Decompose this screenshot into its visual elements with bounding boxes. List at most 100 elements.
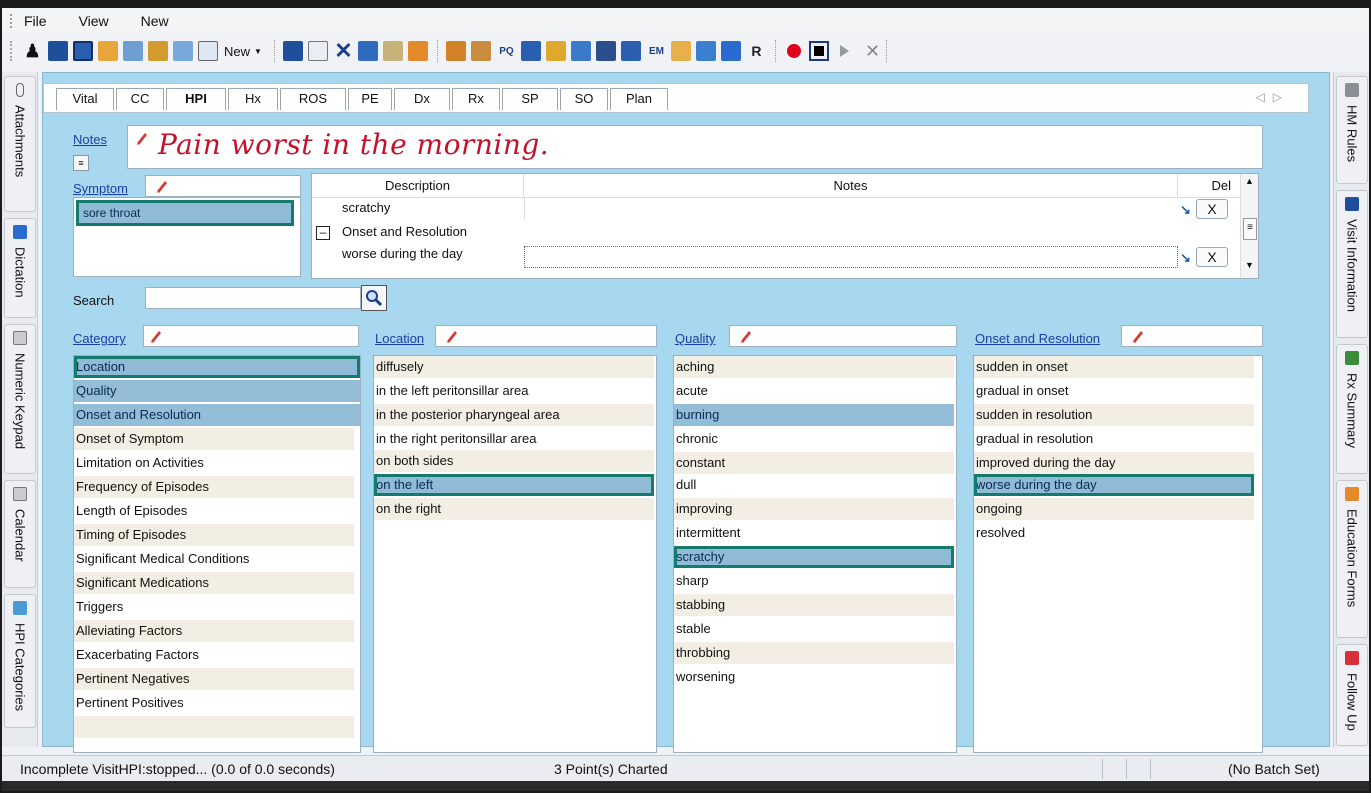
quality-item[interactable]: aching (674, 356, 954, 378)
side-tab-rx-summary[interactable]: Rx Summary (1336, 344, 1368, 474)
location-item[interactable]: in the posterior pharyngeal area (374, 404, 654, 426)
symptom-list[interactable]: sore throat (73, 197, 301, 277)
close-icon[interactable]: ✕ (865, 41, 880, 62)
new-dropdown[interactable]: New ▼ (224, 44, 262, 59)
grid-description-cell[interactable]: scratchy (342, 198, 522, 218)
menu-file[interactable]: File (24, 13, 47, 29)
edit-list-icon[interactable] (358, 41, 379, 61)
delete-icon[interactable]: ✕ (333, 38, 353, 63)
quality-link[interactable]: Quality (675, 331, 715, 346)
pqrs-icon[interactable]: PQ (496, 41, 516, 61)
category-item[interactable]: Alleviating Factors (74, 620, 354, 642)
scroll-down-icon[interactable]: ▼ (1245, 260, 1254, 270)
collapse-icon[interactable]: – (316, 226, 330, 240)
quality-list[interactable]: aching acute burning chronic constant du… (673, 355, 957, 753)
quality-item[interactable]: scratchy (674, 546, 954, 568)
location-link[interactable]: Location (375, 331, 424, 346)
image-icon[interactable] (122, 41, 143, 61)
onset-resolution-link[interactable]: Onset and Resolution (975, 331, 1100, 346)
side-tab-dictation[interactable]: Dictation (4, 218, 36, 318)
grid-notes-cell[interactable] (524, 198, 1178, 220)
record-icon[interactable] (786, 44, 801, 58)
category-list[interactable]: Location Quality Onset and Resolution On… (73, 355, 361, 753)
onset-resolution-item[interactable]: gradual in onset (974, 380, 1254, 402)
location-input[interactable] (435, 325, 657, 347)
tab-dx[interactable]: Dx (394, 88, 450, 110)
tab-hpi[interactable]: HPI (166, 88, 226, 110)
patient-list-icon[interactable] (521, 41, 542, 61)
tab-cc[interactable]: CC (116, 88, 164, 110)
transfer-icon[interactable] (696, 41, 717, 61)
side-tab-calendar[interactable]: Calendar (4, 480, 36, 588)
line-chart-icon[interactable] (172, 41, 193, 61)
side-tab-follow-up[interactable]: Follow Up (1336, 644, 1368, 746)
quality-item[interactable]: stable (674, 618, 954, 640)
location-item[interactable]: in the left peritonsillar area (374, 380, 654, 402)
thermometer-icon[interactable] (721, 41, 742, 61)
category-item[interactable]: Timing of Episodes (74, 524, 354, 546)
onset-resolution-item[interactable]: ongoing (974, 498, 1254, 520)
tab-vital[interactable]: Vital (56, 88, 114, 110)
category-item[interactable]: Onset and Resolution (74, 404, 360, 426)
tab-hx[interactable]: Hx (228, 88, 278, 110)
side-tab-education-forms[interactable]: Education Forms (1336, 480, 1368, 638)
person-icon[interactable]: ♟ (23, 41, 43, 61)
category-item[interactable]: Pertinent Positives (74, 692, 354, 714)
quality-item[interactable]: acute (674, 380, 954, 402)
play-icon[interactable] (839, 45, 849, 57)
location-item[interactable]: in the right peritonsillar area (374, 428, 654, 450)
side-tab-attachments[interactable]: Attachments (4, 76, 36, 212)
document-icon[interactable] (197, 41, 218, 61)
rx-icon[interactable]: R (746, 41, 766, 61)
location-item[interactable]: on both sides (374, 450, 654, 472)
notes-field[interactable]: Pain worst in the morning. (127, 125, 1263, 169)
tab-so[interactable]: SO (560, 88, 608, 110)
category-item[interactable]: Frequency of Episodes (74, 476, 354, 498)
side-tab-numeric-keypad[interactable]: Numeric Keypad (4, 324, 36, 474)
quality-item[interactable]: intermittent (674, 522, 954, 544)
category-item[interactable]: Significant Medical Conditions (74, 548, 354, 570)
location-list[interactable]: diffusely in the left peritonsillar area… (373, 355, 657, 753)
onset-resolution-item[interactable]: resolved (974, 522, 1254, 544)
em-icon[interactable]: EM (646, 41, 666, 61)
scroll-thumb[interactable]: ≡ (1243, 218, 1257, 240)
quality-item[interactable]: stabbing (674, 594, 954, 616)
scroll-up-icon[interactable]: ▲ (1245, 176, 1254, 186)
tab-scroll-arrows[interactable]: ◁▷ (1256, 90, 1290, 104)
edit-arrow-icon[interactable]: ↘ (1180, 202, 1196, 217)
grid-icon[interactable] (546, 41, 567, 61)
onset-resolution-item[interactable]: gradual in resolution (974, 428, 1254, 450)
tab-ros[interactable]: ROS (280, 88, 346, 110)
clipboard-icon[interactable] (308, 41, 329, 61)
grid-description-cell[interactable]: worse during the day (342, 244, 522, 264)
search-button[interactable] (361, 285, 387, 311)
quality-item[interactable]: constant (674, 452, 954, 474)
save-icon[interactable] (283, 41, 304, 61)
side-tab-hm-rules[interactable]: HM Rules (1336, 76, 1368, 184)
import-icon[interactable] (383, 41, 404, 61)
timeline-icon[interactable] (97, 41, 118, 61)
patient-card-icon[interactable] (47, 41, 68, 61)
symptom-item[interactable]: sore throat (76, 200, 294, 226)
people-icon[interactable] (621, 41, 642, 61)
category-item[interactable]: Onset of Symptom (74, 428, 354, 450)
category-item[interactable]: Location (74, 356, 360, 378)
category-item[interactable]: Length of Episodes (74, 500, 354, 522)
category-item[interactable]: Triggers (74, 596, 354, 618)
notes-checkbox[interactable]: ≡ (73, 155, 89, 171)
category-item[interactable]: Significant Medications (74, 572, 354, 594)
category-item[interactable]: Quality (74, 380, 360, 402)
symptom-input[interactable] (145, 175, 301, 197)
location-item[interactable]: on the left (374, 474, 654, 496)
quality-item[interactable]: chronic (674, 428, 954, 450)
tab-pe[interactable]: PE (348, 88, 392, 110)
onset-resolution-item[interactable]: improved during the day (974, 452, 1254, 474)
category-link[interactable]: Category (73, 331, 126, 346)
print-icon[interactable] (596, 41, 617, 61)
bar-chart-icon[interactable] (147, 41, 168, 61)
quality-item[interactable]: dull (674, 474, 954, 496)
category-item[interactable]: Limitation on Activities (74, 452, 354, 474)
quality-input[interactable] (729, 325, 957, 347)
location-item[interactable]: on the right (374, 498, 654, 520)
tab-sp[interactable]: SP (502, 88, 558, 110)
